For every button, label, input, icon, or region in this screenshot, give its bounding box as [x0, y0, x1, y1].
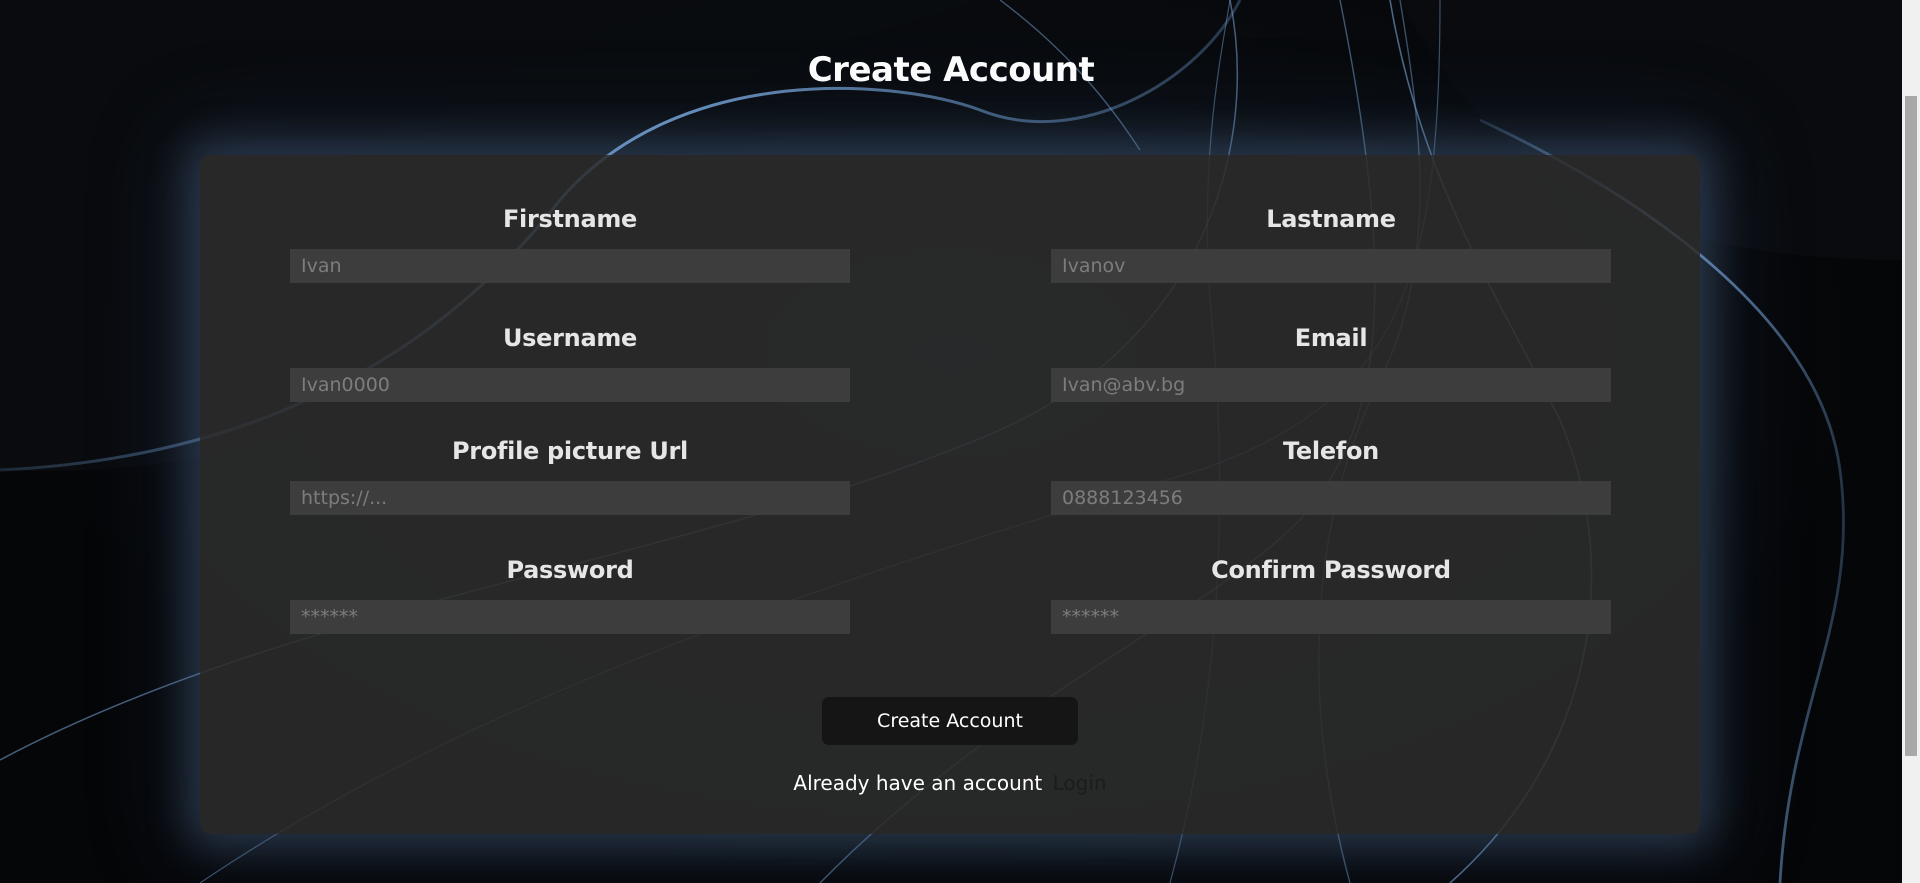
profile-picture-label: Profile picture Url	[452, 437, 688, 465]
username-input[interactable]	[290, 368, 850, 402]
firstname-input[interactable]	[290, 249, 850, 283]
vertical-scrollbar[interactable]	[1902, 0, 1920, 883]
email-input[interactable]	[1051, 368, 1611, 402]
login-link[interactable]: Login	[1053, 771, 1107, 795]
profile-picture-field: Profile picture Url	[290, 437, 850, 515]
telefon-field: Telefon	[1051, 437, 1611, 515]
firstname-label: Firstname	[502, 205, 638, 233]
password-input[interactable]	[290, 600, 850, 634]
firstname-field: Firstname	[290, 205, 850, 283]
password-label: Password	[506, 556, 634, 584]
telefon-input[interactable]	[1051, 481, 1611, 515]
confirm-password-input[interactable]	[1051, 600, 1611, 634]
profile-picture-input[interactable]	[290, 481, 850, 515]
email-field: Email	[1051, 324, 1611, 402]
lastname-input[interactable]	[1051, 249, 1611, 283]
confirm-password-label: Confirm Password	[1211, 556, 1451, 584]
page-viewport: Create Account Firstname Lastname Userna…	[0, 0, 1902, 883]
create-account-card: Firstname Lastname Username Email Profil…	[200, 155, 1700, 834]
login-prompt-text: Already have an account	[793, 771, 1043, 795]
confirm-password-field: Confirm Password	[1051, 556, 1611, 634]
login-prompt-row: Already have an account Login	[200, 771, 1700, 795]
create-account-button[interactable]: Create Account	[822, 697, 1078, 745]
username-field: Username	[290, 324, 850, 402]
lastname-field: Lastname	[1051, 205, 1611, 283]
scrollbar-thumb[interactable]	[1905, 96, 1917, 756]
telefon-label: Telefon	[1283, 437, 1379, 465]
email-label: Email	[1294, 324, 1368, 352]
page-title: Create Account	[807, 50, 1095, 90]
lastname-label: Lastname	[1266, 205, 1396, 233]
password-field: Password	[290, 556, 850, 634]
username-label: Username	[502, 324, 638, 352]
